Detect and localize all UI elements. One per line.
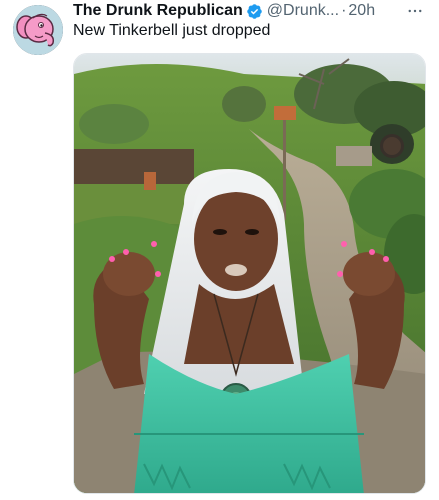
hobbit-village-photo [74, 54, 425, 493]
more-options-button[interactable] [403, 1, 427, 21]
tweet-text: New Tinkerbell just dropped [73, 22, 271, 39]
avatar[interactable] [13, 5, 63, 55]
tweet-media-image[interactable] [73, 53, 426, 494]
more-options-icon [408, 9, 422, 13]
tweet-timestamp[interactable]: 20h [348, 2, 375, 20]
author-name[interactable]: The Drunk Republican [73, 2, 243, 20]
author-handle[interactable]: @Drunk... [267, 2, 339, 20]
verified-badge-icon [247, 3, 262, 19]
pink-elephant-avatar-icon [13, 5, 63, 55]
separator-dot: · [341, 2, 347, 19]
tweet-card[interactable]: The Drunk Republican @Drunk... · 20h New… [0, 0, 439, 500]
tweet-header: The Drunk Republican @Drunk... · 20h [73, 1, 427, 21]
